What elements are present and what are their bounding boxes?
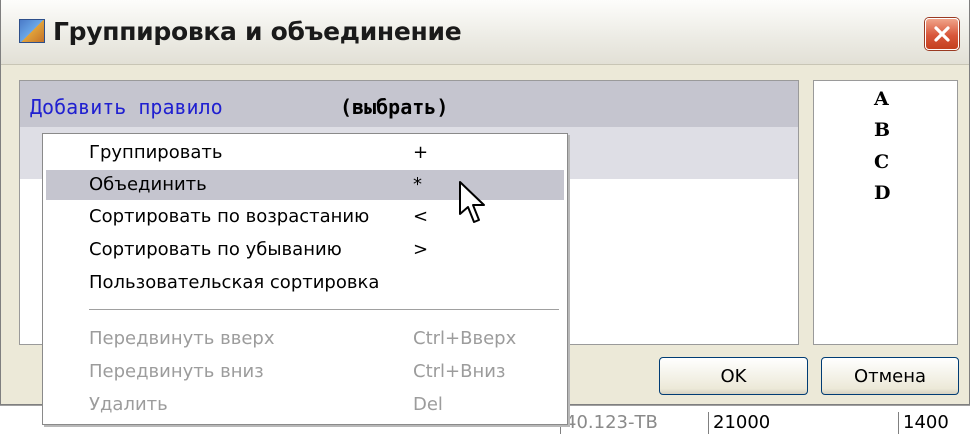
ok-button[interactable]: OK (659, 357, 808, 395)
menu-separator (89, 309, 559, 311)
menu-item-shortcut: > (413, 239, 429, 260)
menu-item-label: Объединить (89, 174, 207, 195)
menu-item-shortcut: Del (413, 394, 443, 415)
menu-item-label: Сортировать по убыванию (89, 239, 342, 260)
menu-item-shortcut: * (413, 174, 422, 195)
close-icon (934, 26, 950, 42)
column-item-a[interactable]: A (874, 88, 889, 110)
menu-item-shortcut: + (413, 142, 429, 163)
close-button[interactable] (925, 18, 959, 50)
menu-item-sort-desc[interactable]: Сортировать по убыванию > (46, 235, 564, 265)
menu-item-label: Передвинуть вверх (89, 328, 275, 349)
app-icon (19, 19, 45, 43)
menu-item-label: Группировать (89, 142, 223, 163)
menu-item-shortcut: < (413, 206, 429, 227)
menu-item-shortcut: Ctrl+Вниз (413, 361, 506, 382)
menu-item-delete[interactable]: Удалить Del (46, 390, 564, 420)
menu-item-group[interactable]: Группировать + (46, 138, 564, 168)
choose-rule-link[interactable]: (выбрать) (340, 95, 448, 119)
column-item-b[interactable]: B (874, 119, 890, 141)
menu-item-label: Удалить (89, 394, 168, 415)
column-item-d[interactable]: D (874, 182, 890, 204)
menu-item-label: Передвинуть вниз (89, 361, 264, 382)
menu-item-label: Пользовательская сортировка (89, 272, 380, 293)
window-title: Группировка и объединение (53, 17, 462, 46)
menu-item-custom-sort[interactable]: Пользовательская сортировка (46, 268, 564, 298)
sheet-cell: 40.123-ТВ (560, 412, 708, 434)
columns-list: A B C D (813, 80, 958, 345)
cancel-button[interactable]: Отмена (821, 357, 959, 395)
sheet-cell: 21000 (708, 412, 898, 434)
mouse-pointer-icon (459, 181, 485, 223)
rule-row: Добавить правило (выбрать) (20, 81, 798, 127)
column-item-c[interactable]: C (874, 151, 889, 173)
sheet-cell: 1400 (898, 412, 970, 434)
title-bar[interactable]: Группировка и объединение (1, 0, 969, 65)
menu-item-shortcut: Ctrl+Вверх (413, 328, 517, 349)
rule-context-menu: Группировать + Объединить * Сортировать … (42, 133, 568, 425)
menu-item-label: Сортировать по возрастанию (89, 206, 370, 227)
menu-item-move-up[interactable]: Передвинуть вверх Ctrl+Вверх (46, 324, 564, 354)
add-rule-link[interactable]: Добавить правило (30, 95, 223, 119)
menu-item-move-down[interactable]: Передвинуть вниз Ctrl+Вниз (46, 357, 564, 387)
